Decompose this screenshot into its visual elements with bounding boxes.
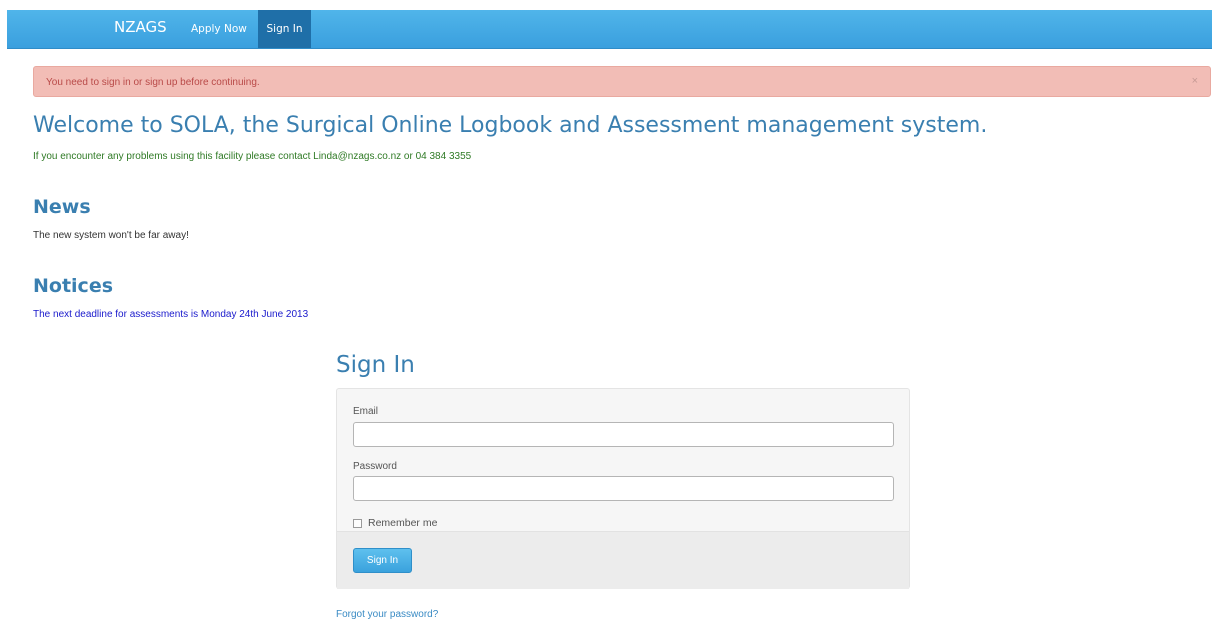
top-navbar: NZAGS Apply Now Sign In xyxy=(7,10,1212,49)
remember-me-checkbox[interactable] xyxy=(353,518,362,528)
forgot-password-link[interactable]: Forgot your password? xyxy=(336,609,438,620)
remember-me-row: Remember me xyxy=(353,516,437,530)
password-field[interactable] xyxy=(353,476,894,501)
notices-heading: Notices xyxy=(33,275,114,297)
news-heading: News xyxy=(33,196,91,218)
news-text: The new system won't be far away! xyxy=(33,230,189,241)
sign-in-heading: Sign In xyxy=(336,352,415,378)
nav-sign-in[interactable]: Sign In xyxy=(258,10,311,48)
nav-apply-now[interactable]: Apply Now xyxy=(183,10,255,48)
email-field[interactable] xyxy=(353,422,894,447)
email-label: Email xyxy=(353,406,379,417)
form-actions: Sign In xyxy=(337,531,909,589)
remember-me-label[interactable]: Remember me xyxy=(368,517,437,529)
alert-message: You need to sign in or sign up before co… xyxy=(46,77,260,88)
notices-text: The next deadline for assessments is Mon… xyxy=(33,309,309,320)
alert-banner: You need to sign in or sign up before co… xyxy=(33,66,1211,97)
contact-text: If you encounter any problems using this… xyxy=(33,151,472,162)
close-icon[interactable]: × xyxy=(1192,67,1198,96)
sign-in-form: Email Password Remember me Sign In xyxy=(336,388,910,589)
brand-link[interactable]: NZAGS xyxy=(114,10,167,48)
password-label: Password xyxy=(353,461,397,472)
page-title: Welcome to SOLA, the Surgical Online Log… xyxy=(33,113,988,138)
sign-in-button[interactable]: Sign In xyxy=(353,548,412,573)
